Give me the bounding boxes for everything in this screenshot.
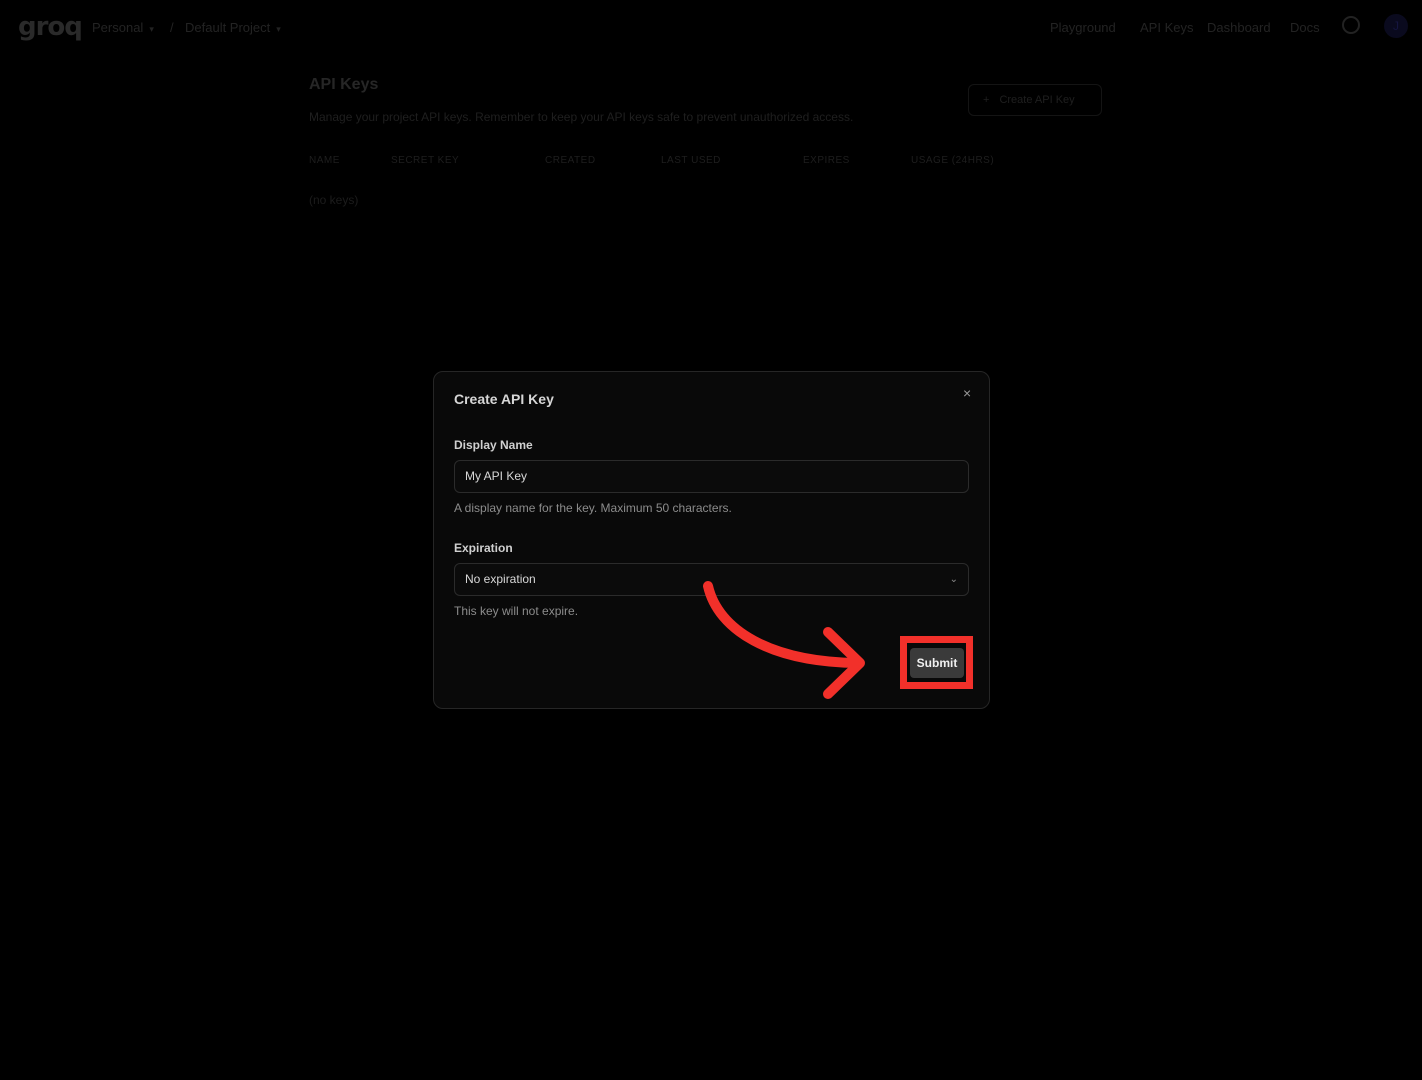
table-header-name: NAME bbox=[309, 155, 340, 166]
expiration-selected-value: No expiration bbox=[465, 572, 536, 586]
top-navigation-bar: groq Personal ▾ / Default Project ▾ Playgr… bbox=[0, 0, 1422, 56]
page-description: Manage your project API keys. Remember t… bbox=[309, 110, 854, 124]
table-header-usage: USAGE (24HRS) bbox=[911, 155, 995, 166]
chevron-down-icon: ▾ bbox=[149, 24, 154, 34]
display-name-input[interactable]: My API Key bbox=[454, 460, 969, 493]
table-header-secret-key: SECRET KEY bbox=[391, 155, 460, 166]
display-name-help: A display name for the key. Maximum 50 c… bbox=[454, 501, 732, 515]
submit-highlight-box bbox=[900, 636, 973, 689]
chevron-down-icon: ⌄ bbox=[949, 574, 958, 585]
page-title: API Keys bbox=[309, 76, 379, 93]
create-api-key-button[interactable]: + Create API Key bbox=[968, 84, 1102, 116]
breadcrumb-separator: / bbox=[170, 20, 174, 35]
table-header-expires: EXPIRES bbox=[803, 155, 850, 166]
nav-playground[interactable]: Playground bbox=[1050, 20, 1116, 35]
table-header-last-used: LAST USED bbox=[661, 155, 721, 166]
table-header-created: CREATED bbox=[545, 155, 596, 166]
expiration-label: Expiration bbox=[454, 541, 513, 555]
gear-icon[interactable] bbox=[1342, 16, 1360, 34]
display-name-label: Display Name bbox=[454, 438, 533, 452]
breadcrumb-project[interactable]: Default Project ▾ bbox=[185, 20, 281, 35]
groq-logo[interactable]: groq bbox=[18, 12, 83, 42]
expiration-help: This key will not expire. bbox=[454, 604, 579, 618]
dialog-title: Create API Key bbox=[454, 391, 554, 407]
annotation-arrow-icon bbox=[703, 581, 865, 699]
empty-table-text: (no keys) bbox=[309, 193, 359, 207]
plus-icon: + bbox=[983, 94, 990, 106]
chevron-down-icon: ▾ bbox=[276, 24, 281, 34]
close-icon[interactable]: × bbox=[963, 385, 971, 401]
avatar[interactable]: J bbox=[1384, 14, 1408, 38]
nav-api-keys[interactable]: API Keys bbox=[1140, 20, 1193, 35]
nav-docs[interactable]: Docs bbox=[1290, 20, 1320, 35]
breadcrumb-org[interactable]: Personal ▾ bbox=[92, 20, 154, 35]
nav-dashboard[interactable]: Dashboard bbox=[1207, 20, 1271, 35]
